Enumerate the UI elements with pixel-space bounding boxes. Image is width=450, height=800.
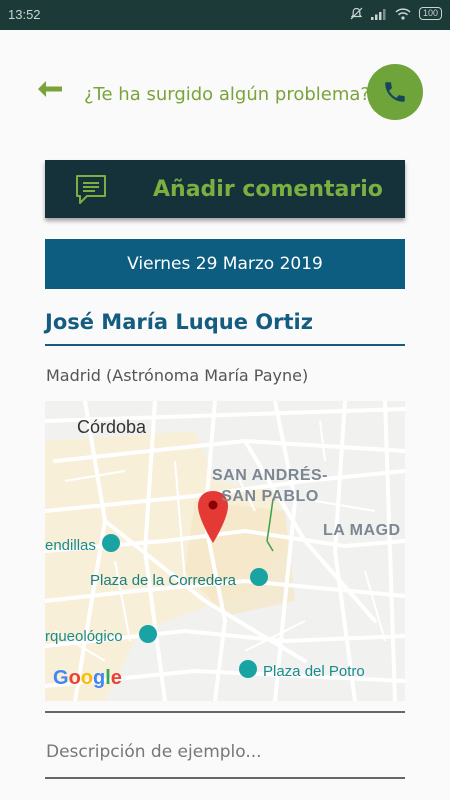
map-label-city: Córdoba xyxy=(77,417,147,437)
signal-icon xyxy=(370,8,386,20)
date-header: Viernes 29 Marzo 2019 xyxy=(45,239,405,289)
add-comment-button[interactable]: Añadir comentario xyxy=(45,160,405,218)
call-button[interactable] xyxy=(367,64,423,120)
map-label-poi: endillas xyxy=(45,537,96,554)
poi-icon xyxy=(250,568,268,586)
problem-link[interactable]: ¿Te ha surgido algún problema? xyxy=(84,84,370,105)
map-label-poi: Plaza de la Corredera xyxy=(90,572,236,589)
description-field[interactable]: Descripción de ejemplo... xyxy=(46,742,262,762)
battery-icon: 100 xyxy=(418,7,442,20)
wifi-icon xyxy=(395,7,411,20)
phone-icon xyxy=(385,82,405,102)
map-label-poi: Plaza del Potro xyxy=(263,663,365,680)
header: ¿Te ha surgido algún problema? xyxy=(0,30,450,155)
poi-icon xyxy=(139,625,157,643)
person-name: José María Luque Ortiz xyxy=(45,310,313,334)
poi-icon xyxy=(102,534,120,552)
add-comment-label: Añadir comentario xyxy=(153,177,383,202)
map-label-poi: rqueológico xyxy=(45,628,123,645)
bell-off-icon xyxy=(350,7,363,20)
status-bar: 13:52 100 xyxy=(0,0,450,30)
google-logo: Google xyxy=(53,667,122,689)
divider xyxy=(45,711,405,713)
comment-icon xyxy=(75,174,107,210)
map-streets xyxy=(45,401,405,701)
status-time: 13:52 xyxy=(8,7,41,22)
map-view[interactable]: Córdoba SAN ANDRÉS-SAN PABLO LA MAGD end… xyxy=(45,401,405,701)
poi-icon xyxy=(239,660,257,678)
status-icons: 100 xyxy=(350,7,442,20)
divider xyxy=(45,777,405,779)
arrow-left-icon[interactable] xyxy=(37,80,63,102)
address-text: Madrid (Astrónoma María Payne) xyxy=(46,366,309,385)
map-label-district-2: LA MAGD xyxy=(323,522,401,539)
map-label-district: SAN ANDRÉS-SAN PABLO xyxy=(211,467,329,505)
divider xyxy=(45,344,405,346)
